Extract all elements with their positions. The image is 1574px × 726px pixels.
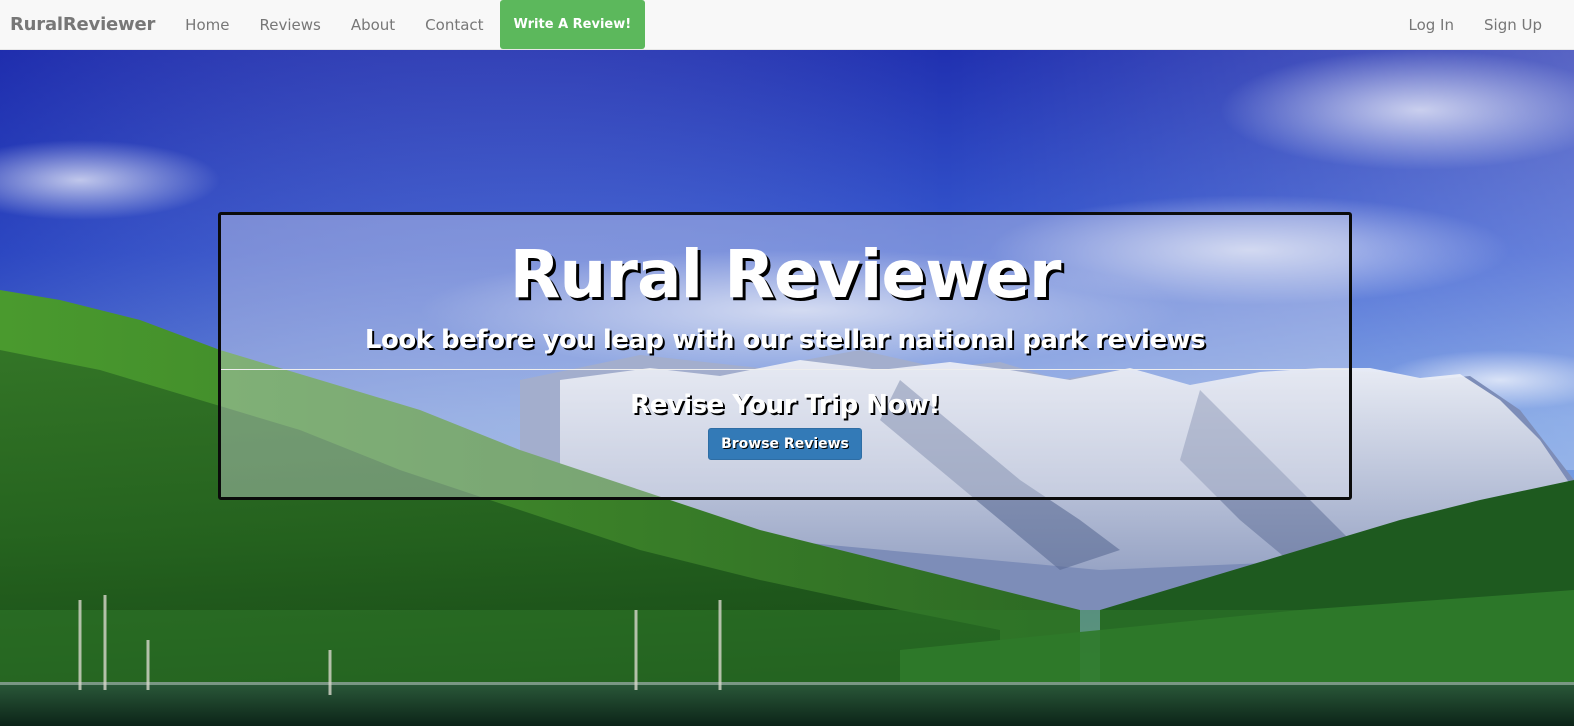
write-review-button[interactable]: Write A Review!	[499, 0, 646, 49]
auth-links: Log In Sign Up	[1394, 0, 1574, 49]
nav-home[interactable]: Home	[170, 0, 244, 49]
browse-reviews-button[interactable]: Browse Reviews	[708, 428, 862, 460]
signup-link[interactable]: Sign Up	[1469, 0, 1557, 49]
hero-section: Rural Reviewer Look before you leap with…	[0, 50, 1574, 726]
nav-links: Home Reviews About Contact Write A Revie…	[170, 0, 646, 49]
hero-subtitle: Look before you leap with our stellar na…	[364, 325, 1206, 355]
hero-divider	[221, 369, 1349, 370]
login-link[interactable]: Log In	[1394, 0, 1470, 49]
nav-reviews[interactable]: Reviews	[244, 0, 335, 49]
nav-contact[interactable]: Contact	[410, 0, 498, 49]
nav-about[interactable]: About	[336, 0, 410, 49]
hero-jumbotron: Rural Reviewer Look before you leap with…	[218, 212, 1352, 500]
hero-call-to-action: Revise Your Trip Now!	[630, 390, 940, 420]
navbar: RuralReviewer Home Reviews About Contact…	[0, 0, 1574, 50]
brand-logo[interactable]: RuralReviewer	[0, 0, 170, 49]
hero-title: Rural Reviewer	[509, 236, 1062, 313]
